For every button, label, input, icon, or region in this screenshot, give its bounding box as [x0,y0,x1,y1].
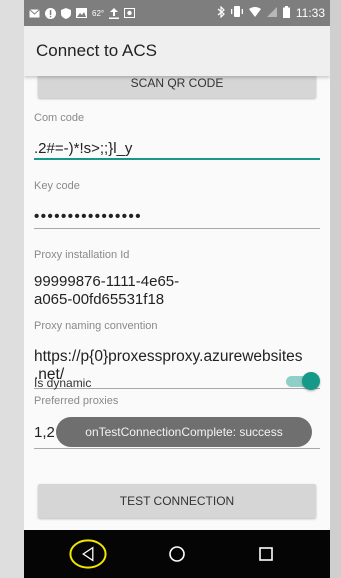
is-dynamic-switch[interactable] [286,372,320,390]
key-code-label: Key code [34,180,80,192]
key-code-underline [34,228,320,229]
page-title: Connect to ACS [36,41,157,60]
shield-icon [61,7,71,19]
back-button[interactable] [68,534,108,574]
navigation-bar [24,530,330,578]
preferred-proxies-label: Preferred proxies [34,395,119,407]
preferred-proxies-underline [34,448,320,449]
vibrate-icon [230,6,243,20]
proxy-installation-id-input[interactable]: 99999876-1111-4e65- a065-00fd65531f18 [34,273,320,309]
recents-icon [258,547,273,561]
temperature-icon: 62° [92,8,105,18]
proxy-naming-convention-line1: https://p{0}proxessproxy.azurewebsites [34,348,303,365]
com-code-label: Com code [34,112,85,124]
key-code-input[interactable]: •••••••••••••••• [34,208,320,226]
image-icon [76,7,87,19]
test-connection-button[interactable]: TEST CONNECTION [38,484,316,518]
alert-icon [45,7,56,19]
com-code-input[interactable]: .2#=-)*!s>;;}l_y [34,140,320,158]
status-time: 11:33 [295,6,325,20]
left-background-strip [0,0,24,578]
right-background-strip [330,0,341,578]
toast-message: onTestConnectionComplete: success [56,417,312,447]
form-content[interactable]: SCAN QR CODE Com code .2#=-)*!s>;;}l_y K… [24,76,330,530]
app-bar: Connect to ACS [24,26,330,76]
upload-icon [109,7,120,19]
recents-button[interactable] [246,534,286,574]
home-button[interactable] [157,534,197,574]
proxy-installation-id-line2: a065-00fd65531f18 [34,291,165,308]
signal-icon [266,6,277,20]
photo-icon [124,7,136,19]
is-dynamic-label: Is dynamic [34,376,92,390]
scan-qr-code-button[interactable]: SCAN QR CODE [38,76,316,98]
com-code-underline [34,158,320,160]
phone-screen: 62° 11:33 Connect to ACS SCAN QR CODE Co… [24,0,330,578]
status-bar: 62° 11:33 [24,0,330,26]
proxy-installation-id-line1: 99999876-1111-4e65- [34,273,180,290]
back-icon [69,539,107,569]
wifi-icon [248,6,261,20]
switch-knob [302,372,320,390]
highlight-circle [69,539,107,569]
bluetooth-icon [217,5,225,21]
proxy-naming-convention-label: Proxy naming convention [34,320,158,332]
mail-icon [29,7,40,19]
home-icon [169,546,185,562]
battery-icon [282,5,290,21]
proxy-installation-id-label: Proxy installation Id [34,249,130,261]
